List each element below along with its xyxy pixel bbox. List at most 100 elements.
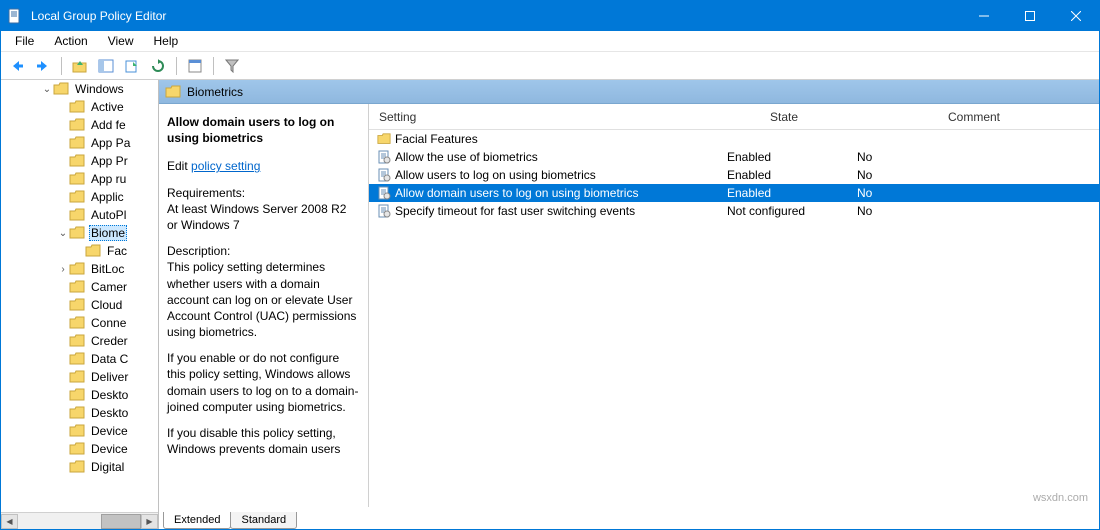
tree-node[interactable]: Cloud <box>57 296 158 314</box>
tree-node[interactable]: Data C <box>57 350 158 368</box>
toggle-icon[interactable]: › <box>57 264 69 275</box>
tree-node[interactable]: ›BitLoc <box>57 260 158 278</box>
window-title: Local Group Policy Editor <box>31 9 961 23</box>
tree-node[interactable]: App Pr <box>57 152 158 170</box>
tab-extended[interactable]: Extended <box>163 512 231 529</box>
folder-icon <box>377 132 391 146</box>
settings-policy-row[interactable]: Allow the use of biometricsEnabledNo <box>369 148 1099 166</box>
settings-policy-row[interactable]: Allow users to log on using biometrics En… <box>369 166 1099 184</box>
folder-icon <box>69 136 85 150</box>
folder-icon <box>69 262 85 276</box>
content-pane: Biometrics Allow domain users to log on … <box>159 80 1099 529</box>
tree-node[interactable]: Applic <box>57 188 158 206</box>
settings-policy-row[interactable]: Allow domain users to log on using biome… <box>369 184 1099 202</box>
folder-icon <box>69 208 85 222</box>
main-area: ⌄ Windows ActiveAdd feApp PaApp PrApp ru… <box>1 80 1099 529</box>
row-state: Not configured <box>719 204 849 218</box>
tree-node[interactable]: Active <box>57 98 158 116</box>
menu-file[interactable]: File <box>7 32 42 50</box>
show-hide-tree-button[interactable] <box>94 55 118 77</box>
row-state: Enabled <box>719 186 849 200</box>
tree-node[interactable]: Device <box>57 422 158 440</box>
maximize-button[interactable] <box>1007 1 1053 31</box>
refresh-button[interactable] <box>146 55 170 77</box>
requirements: Requirements: At least Windows Server 20… <box>167 185 360 234</box>
tree[interactable]: ⌄ Windows ActiveAdd feApp PaApp PrApp ru… <box>1 80 158 476</box>
tree-node[interactable]: Add fe <box>57 116 158 134</box>
folder-icon <box>165 85 181 99</box>
row-name: Facial Features <box>395 132 478 146</box>
folder-icon <box>69 298 85 312</box>
tree-node[interactable]: ⌄ Windows <box>5 80 158 98</box>
menu-bar: File Action View Help <box>1 31 1099 52</box>
tree-node[interactable]: ⌄Biome <box>57 224 158 242</box>
watermark: wsxdn.com <box>1033 492 1088 504</box>
tree-node[interactable]: Deskto <box>57 404 158 422</box>
row-name: Allow users to log on using biometrics <box>395 168 596 182</box>
row-name: Specify timeout for fast user switching … <box>395 204 635 218</box>
tree-node[interactable]: AutoPl <box>57 206 158 224</box>
tree-node[interactable]: Device <box>57 440 158 458</box>
filter-button[interactable] <box>220 55 244 77</box>
settings-policy-row[interactable]: Specify timeout for fast user switching … <box>369 202 1099 220</box>
toggle-icon[interactable]: ⌄ <box>57 228 69 239</box>
edit-link-row: Edit policy setting <box>167 158 360 174</box>
col-setting[interactable]: Setting <box>369 110 719 124</box>
tree-node[interactable]: Deskto <box>57 386 158 404</box>
panes-icon <box>98 59 114 73</box>
horizontal-scrollbar[interactable]: ◀ ▶ <box>1 512 158 529</box>
tab-standard[interactable]: Standard <box>230 512 297 529</box>
up-button[interactable] <box>68 55 92 77</box>
row-state: Enabled <box>719 168 849 182</box>
scroll-right-button[interactable]: ▶ <box>141 514 158 529</box>
col-state[interactable]: State <box>719 110 849 124</box>
folder-icon <box>69 424 85 438</box>
tree-node[interactable]: Digital <box>57 458 158 476</box>
close-button[interactable] <box>1053 1 1099 31</box>
settings-rows: Facial Features Allow the use of biometri… <box>369 130 1099 507</box>
scroll-thumb[interactable] <box>101 514 141 529</box>
tree-node[interactable]: Conne <box>57 314 158 332</box>
separator <box>213 57 214 75</box>
scroll-left-button[interactable]: ◀ <box>1 514 18 529</box>
policy-icon <box>377 150 391 164</box>
description: Description: This policy setting determi… <box>167 243 360 340</box>
folder-icon <box>69 226 85 240</box>
row-comment: No <box>849 150 1099 164</box>
folder-icon <box>69 190 85 204</box>
settings-folder-row[interactable]: Facial Features <box>369 130 1099 148</box>
edit-policy-link[interactable]: policy setting <box>191 159 260 173</box>
title-bar: Local Group Policy Editor <box>1 1 1099 31</box>
tree-node[interactable]: App ru <box>57 170 158 188</box>
col-comment[interactable]: Comment <box>849 110 1099 124</box>
folder-up-icon <box>72 59 88 73</box>
row-name: Allow domain users to log on using biome… <box>395 186 638 200</box>
folder-icon <box>69 154 85 168</box>
menu-help[interactable]: Help <box>146 32 187 50</box>
forward-button[interactable] <box>31 55 55 77</box>
folder-icon <box>69 334 85 348</box>
collapse-icon[interactable]: ⌄ <box>41 84 53 95</box>
selected-policy-title: Allow domain users to log on using biome… <box>167 114 360 146</box>
menu-view[interactable]: View <box>100 32 142 50</box>
tree-node[interactable]: Creder <box>57 332 158 350</box>
tree-node[interactable]: Fac <box>57 242 158 260</box>
separator <box>176 57 177 75</box>
settings-list-pane: Setting State Comment Facial Features All… <box>369 104 1099 507</box>
view-tabs: Extended Standard <box>159 507 1099 529</box>
menu-action[interactable]: Action <box>46 32 95 50</box>
toolbar <box>1 52 1099 80</box>
tree-node[interactable]: App Pa <box>57 134 158 152</box>
export-button[interactable] <box>120 55 144 77</box>
tree-node[interactable]: Deliver <box>57 368 158 386</box>
window: Local Group Policy Editor File Action Vi… <box>0 0 1100 530</box>
back-button[interactable] <box>5 55 29 77</box>
content-title: Biometrics <box>187 85 243 99</box>
minimize-button[interactable] <box>961 1 1007 31</box>
folder-icon <box>69 460 85 474</box>
properties-button[interactable] <box>183 55 207 77</box>
tree-node[interactable]: Camer <box>57 278 158 296</box>
row-state: Enabled <box>719 150 849 164</box>
arrow-right-icon <box>35 59 51 73</box>
folder-icon <box>69 388 85 402</box>
